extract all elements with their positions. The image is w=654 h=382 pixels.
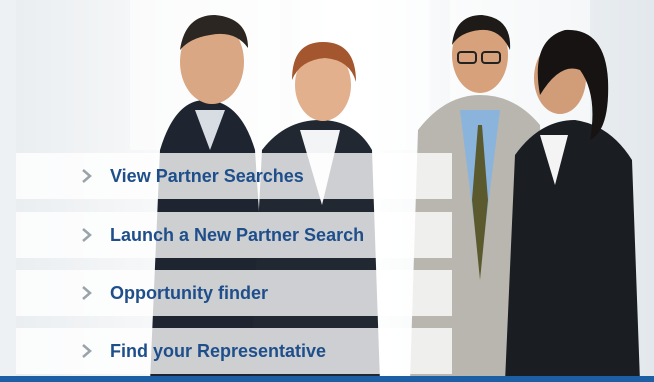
menu-item-view-partner-searches[interactable]: View Partner Searches — [16, 153, 452, 199]
menu-item-label[interactable]: Launch a New Partner Search — [110, 225, 364, 246]
hero-banner: View Partner Searches Launch a New Partn… — [0, 0, 654, 382]
menu-item-launch-partner-search[interactable]: Launch a New Partner Search — [16, 212, 452, 258]
chevron-right-icon — [16, 286, 112, 300]
accent-bar — [0, 376, 654, 382]
menu-item-opportunity-finder[interactable]: Opportunity finder — [16, 270, 452, 316]
menu-item-find-representative[interactable]: Find your Representative — [16, 328, 452, 374]
menu-item-label[interactable]: Find your Representative — [110, 341, 326, 362]
menu-item-label[interactable]: View Partner Searches — [110, 166, 304, 187]
chevron-right-icon — [16, 228, 112, 242]
chevron-right-icon — [16, 169, 112, 183]
menu-item-label[interactable]: Opportunity finder — [110, 283, 268, 304]
chevron-right-icon — [16, 344, 112, 358]
